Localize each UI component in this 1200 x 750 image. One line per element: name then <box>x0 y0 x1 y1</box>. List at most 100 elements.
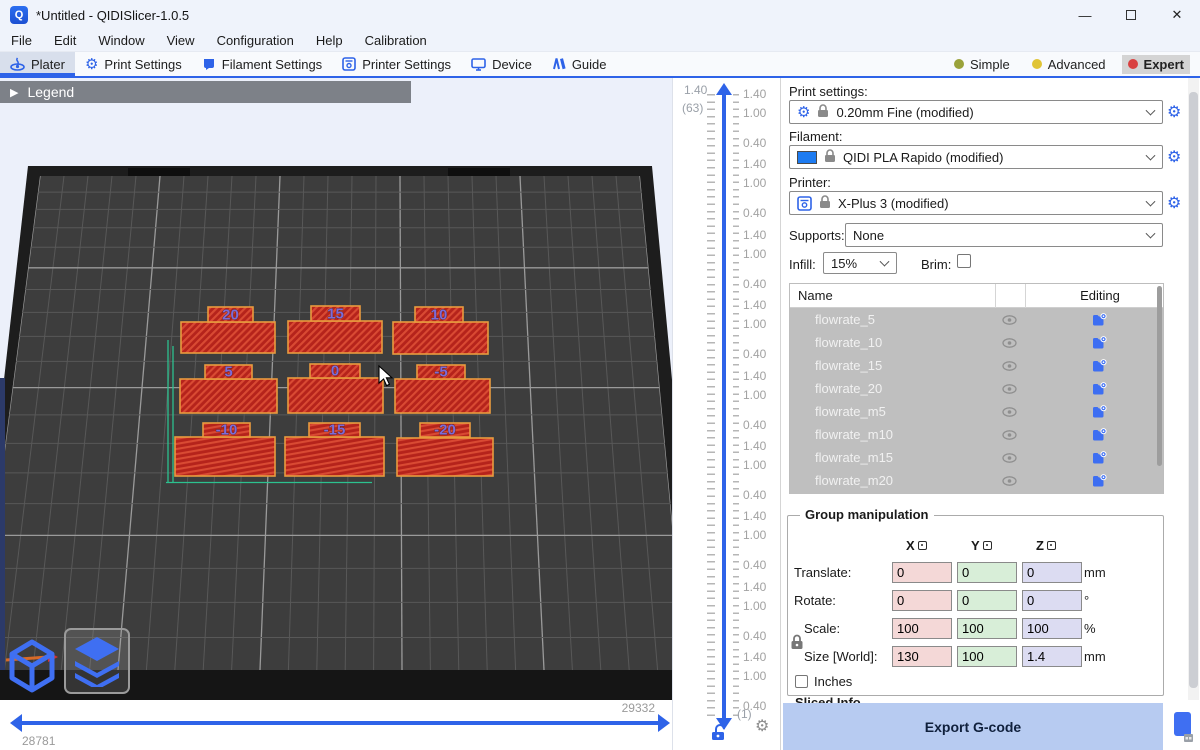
legend-collapse-bar[interactable]: ▶ Legend <box>0 81 411 103</box>
infill-dropdown[interactable]: 15% <box>823 252 897 274</box>
translate-y-input[interactable] <box>957 562 1017 583</box>
edit-print-settings-gear[interactable]: ⚙ <box>1167 105 1181 121</box>
right-settings-panel: Print settings: ⚙ 0.20mm Fine (modified)… <box>780 78 1200 750</box>
list-item-flowrate_20[interactable]: flowrate_20 <box>790 377 1163 400</box>
3d-viewport[interactable]: 20151050-5-10-15-20 ▶ Legend <box>0 78 672 700</box>
visibility-eye-icon[interactable] <box>1002 315 1017 325</box>
edit-object-icon[interactable] <box>1092 382 1107 396</box>
list-item-flowrate_10[interactable]: flowrate_10 <box>790 331 1163 354</box>
menu-file[interactable]: File <box>0 30 43 52</box>
mode-advanced[interactable]: Advanced <box>1026 55 1112 74</box>
list-item-flowrate_m20[interactable]: flowrate_m20 <box>790 469 1163 492</box>
menu-calibration[interactable]: Calibration <box>354 30 438 52</box>
uniform-scale-lock-icon[interactable] <box>790 634 804 653</box>
list-item-flowrate_5[interactable]: flowrate_5 <box>790 308 1163 331</box>
visibility-eye-icon[interactable] <box>1002 361 1017 371</box>
visibility-eye-icon[interactable] <box>1002 407 1017 417</box>
supports-dropdown[interactable]: None <box>845 223 1163 247</box>
menu-configuration[interactable]: Configuration <box>206 30 305 52</box>
rotate-y-input[interactable] <box>957 590 1017 611</box>
hslider-left-handle[interactable] <box>10 714 22 732</box>
filament-dropdown[interactable]: QIDI PLA Rapido (modified) <box>789 145 1163 169</box>
visibility-eye-icon[interactable] <box>1002 453 1017 463</box>
panel-scrollbar-thumb[interactable] <box>1189 92 1198 688</box>
tab-print-settings[interactable]: ⚙Print Settings <box>75 52 192 76</box>
menu-view[interactable]: View <box>156 30 206 52</box>
horizontal-slider[interactable] <box>22 721 658 725</box>
layer-tick-label: 1.00 <box>743 106 766 120</box>
axis-target-icon <box>983 541 992 550</box>
tab-device[interactable]: Device <box>461 52 542 76</box>
printer-value: X-Plus 3 (modified) <box>838 196 949 211</box>
layer-tick-label: 1.40 <box>743 650 766 664</box>
editor-view-button[interactable] <box>2 630 62 696</box>
slider-settings-gear-icon[interactable]: ⚙ <box>755 719 769 735</box>
layer-tick-label: 0.40 <box>743 418 766 432</box>
tab-filament-settings[interactable]: Filament Settings <box>192 52 332 76</box>
close-button[interactable]: ✕ <box>1154 0 1200 30</box>
plater-icon <box>10 57 25 71</box>
rotate-z-input[interactable] <box>1022 590 1082 611</box>
menu-window[interactable]: Window <box>87 30 155 52</box>
export-to-usb-button[interactable] <box>1164 703 1200 750</box>
tab-plater[interactable]: Plater <box>0 52 75 76</box>
scale-x-input[interactable] <box>892 618 952 639</box>
visibility-eye-icon[interactable] <box>1002 476 1017 486</box>
layer-slider-top-handle[interactable] <box>716 83 732 95</box>
tab-label: Print Settings <box>104 57 181 72</box>
rotate-x-input[interactable] <box>892 590 952 611</box>
axis-target-icon <box>1047 541 1056 550</box>
window-title: *Untitled - QIDISlicer-1.0.5 <box>36 8 189 23</box>
edit-object-icon[interactable] <box>1092 336 1107 350</box>
edit-object-icon[interactable] <box>1092 359 1107 373</box>
edit-object-icon[interactable] <box>1092 313 1107 327</box>
menu-edit[interactable]: Edit <box>43 30 87 52</box>
mode-expert[interactable]: Expert <box>1122 55 1190 74</box>
tab-printer-settings[interactable]: Printer Settings <box>332 52 461 76</box>
list-item-flowrate_m15[interactable]: flowrate_m15 <box>790 446 1163 469</box>
edit-object-icon[interactable] <box>1092 428 1107 442</box>
lock-icon <box>817 104 829 121</box>
minimize-button[interactable]: — <box>1062 0 1108 30</box>
inches-checkbox[interactable] <box>795 675 808 688</box>
translate-x-input[interactable] <box>892 562 952 583</box>
edit-filament-gear[interactable]: ⚙ <box>1167 150 1181 166</box>
layer-slider[interactable] <box>722 94 726 718</box>
edit-object-icon[interactable] <box>1092 451 1107 465</box>
edit-object-icon[interactable] <box>1092 474 1107 488</box>
size-y-input[interactable] <box>957 646 1017 667</box>
maximize-button[interactable] <box>1108 0 1154 30</box>
visibility-eye-icon[interactable] <box>1002 338 1017 348</box>
tab-guide[interactable]: Guide <box>542 52 617 76</box>
list-item-flowrate_m10[interactable]: flowrate_m10 <box>790 423 1163 446</box>
size-x-input[interactable] <box>892 646 952 667</box>
menu-help[interactable]: Help <box>305 30 354 52</box>
edit-object-icon[interactable] <box>1092 405 1107 419</box>
mode-simple[interactable]: Simple <box>948 55 1016 74</box>
object-list-scrollbar[interactable] <box>1157 286 1162 466</box>
hslider-right-handle[interactable] <box>658 714 670 732</box>
edit-printer-gear[interactable]: ⚙ <box>1167 196 1181 212</box>
visibility-eye-icon[interactable] <box>1002 430 1017 440</box>
list-item-flowrate_15[interactable]: flowrate_15 <box>790 354 1163 377</box>
visibility-eye-icon[interactable] <box>1002 384 1017 394</box>
object-name: flowrate_m10 <box>815 427 893 442</box>
svg-text:20: 20 <box>222 307 239 324</box>
list-item-flowrate_m5[interactable]: flowrate_m5 <box>790 400 1163 423</box>
layer-slider-column: 1.40 (63) 1.401.000.401.401.000.401.401.… <box>672 78 780 750</box>
preview-view-button[interactable] <box>64 628 130 694</box>
panel-scrollbar-track[interactable] <box>1188 78 1199 700</box>
layer-tick-label: 1.00 <box>743 458 766 472</box>
export-gcode-button[interactable]: Export G-code <box>783 703 1163 750</box>
object-name: flowrate_m20 <box>815 473 893 488</box>
print-settings-dropdown[interactable]: ⚙ 0.20mm Fine (modified) <box>789 100 1163 124</box>
printer-dropdown[interactable]: X-Plus 3 (modified) <box>789 191 1163 215</box>
scale-y-input[interactable] <box>957 618 1017 639</box>
layer-tick-label: 1.40 <box>743 228 766 242</box>
translate-z-input[interactable] <box>1022 562 1082 583</box>
scale-z-input[interactable] <box>1022 618 1082 639</box>
slider-lock-icon[interactable] <box>711 724 726 746</box>
column-divider <box>1025 284 1026 308</box>
size-z-input[interactable] <box>1022 646 1082 667</box>
brim-checkbox[interactable] <box>957 254 971 268</box>
